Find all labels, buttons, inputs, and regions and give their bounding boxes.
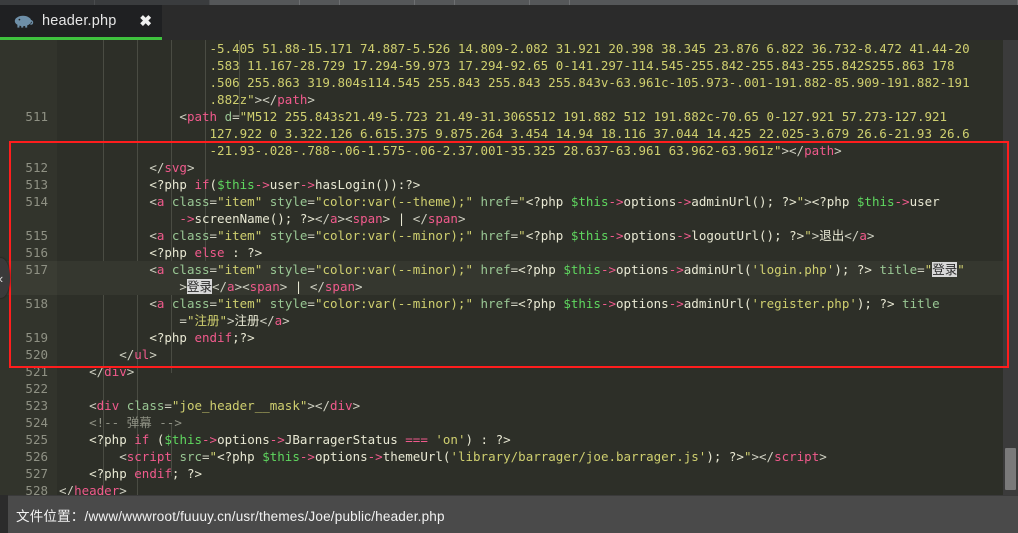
line-number [0, 142, 57, 159]
line-number: 521 [0, 363, 57, 380]
code-line[interactable]: -5.405 51.88-15.171 74.887-5.526 14.809-… [0, 40, 1003, 57]
line-number: 522 [0, 380, 57, 397]
code-line[interactable]: 525 <?php if ($this->options->JBarragerS… [0, 431, 1003, 448]
line-number: 515 [0, 227, 57, 244]
line-number [0, 40, 57, 57]
line-number: 526 [0, 448, 57, 465]
line-number: 523 [0, 397, 57, 414]
status-bar: 文件位置：/www/wwwroot/fuuuy.cn/usr/themes/Jo… [0, 495, 1018, 533]
line-number: 514 [0, 193, 57, 210]
code-line[interactable]: 520 </ul> [0, 346, 1003, 363]
code-text: <?php else : ?> [149, 245, 263, 260]
code-text: .506 255.863 319.804s114.545 255.843 255… [209, 75, 970, 90]
code-line[interactable]: 516 <?php else : ?> [0, 244, 1003, 261]
code-text: <?php endif;?> [149, 330, 255, 345]
code-text: <div class="joe_header__mask"></div> [89, 398, 361, 413]
line-number: 520 [0, 346, 57, 363]
line-number: 511 [0, 108, 57, 125]
code-text: <a class="item" style="color:var(--minor… [149, 296, 940, 311]
code-line[interactable]: 518 <a class="item" style="color:var(--m… [0, 295, 1003, 312]
code-text: .882z"></path> [209, 92, 315, 107]
line-number [0, 74, 57, 91]
code-text: <!-- 弹幕 --> [89, 415, 182, 430]
code-line[interactable]: 523 <div class="joe_header__mask"></div> [0, 397, 1003, 414]
code-line[interactable]: 514 <a class="item" style="color:var(--t… [0, 193, 1003, 210]
code-line[interactable]: .583 11.167-28.729 17.294-59.973 17.294-… [0, 57, 1003, 74]
code-lines[interactable]: -5.405 51.88-15.171 74.887-5.526 14.809-… [0, 40, 1003, 495]
code-line[interactable]: 515 <a class="item" style="color:var(--m… [0, 227, 1003, 244]
code-text: ="注册">注册</a> [179, 313, 290, 328]
line-number [0, 57, 57, 74]
line-number [0, 312, 57, 329]
line-number: 513 [0, 176, 57, 193]
tab-header-php[interactable]: header.php ✖ [0, 5, 162, 40]
code-line[interactable]: 528 </header> [0, 482, 1003, 495]
status-bar-left-edge [0, 495, 8, 533]
code-line[interactable]: 519 <?php endif;?> [0, 329, 1003, 346]
line-number [0, 125, 57, 142]
code-line[interactable]: ->screenName(); ?></a><span> | </span> [0, 210, 1003, 227]
code-editor[interactable]: -5.405 51.88-15.171 74.887-5.526 14.809-… [0, 40, 1018, 495]
code-line[interactable]: 524 <!-- 弹幕 --> [0, 414, 1003, 431]
line-number: 519 [0, 329, 57, 346]
code-text: </div> [89, 364, 135, 379]
line-number: 527 [0, 465, 57, 482]
code-line[interactable]: 511 <path d="M512 255.843s21.49-5.723 21… [0, 108, 1003, 125]
php-elephant-icon [14, 14, 34, 28]
line-number: 525 [0, 431, 57, 448]
code-line[interactable]: 521 </div> [0, 363, 1003, 380]
code-text: >登录</a><span> | </span> [57, 278, 1003, 295]
code-line[interactable]: 513 <?php if($this->user->hasLogin()):?> [0, 176, 1003, 193]
code-text: <script src="<?php $this->options->theme… [119, 449, 827, 464]
line-number: 528 [0, 482, 57, 495]
code-line[interactable]: >登录</a><span> | </span> [0, 278, 1003, 295]
code-text: -5.405 51.88-15.171 74.887-5.526 14.809-… [209, 41, 970, 56]
code-text: <path d="M512 255.843s21.49-5.723 21.49-… [179, 109, 948, 124]
code-line[interactable]: ="注册">注册</a> [0, 312, 1003, 329]
code-text: <a class="item" style="color:var(--minor… [57, 261, 1003, 278]
line-number [0, 91, 57, 108]
code-text: </ul> [119, 347, 157, 362]
code-text: <a class="item" style="color:var(--theme… [149, 194, 940, 209]
code-text: 127.922 0 3.322.126 6.615.375 9.875.264 … [209, 126, 970, 141]
vertical-scrollbar[interactable] [1003, 40, 1018, 495]
tab-bar: header.php ✖ [0, 5, 1018, 40]
code-text: </svg> [149, 160, 195, 175]
line-number [0, 210, 57, 227]
line-number: 524 [0, 414, 57, 431]
code-line[interactable]: 522 [0, 380, 1003, 397]
code-text: <?php if ($this->options->JBarragerStatu… [89, 432, 511, 447]
code-line[interactable]: 526 <script src="<?php $this->options->t… [0, 448, 1003, 465]
code-line[interactable]: -21.93-.028-.788-.06-1.575-.06-2.37.001-… [0, 142, 1003, 159]
line-number: 518 [0, 295, 57, 312]
line-number: 512 [0, 159, 57, 176]
code-text: .583 11.167-28.729 17.294-59.973 17.294-… [209, 58, 955, 73]
code-line[interactable]: 527 <?php endif; ?> [0, 465, 1003, 482]
code-text: -21.93-.028-.788-.06-1.575-.06-2.37.001-… [209, 143, 842, 158]
code-text: <a class="item" style="color:var(--minor… [149, 228, 875, 243]
editor-window: header.php ✖ -5.405 51.88-15.171 74.887-… [0, 0, 1018, 533]
code-text: <?php if($this->user->hasLogin()):?> [149, 177, 421, 192]
code-line[interactable]: 517 <a class="item" style="color:var(--m… [0, 261, 1003, 278]
code-text: ->screenName(); ?></a><span> | </span> [179, 211, 466, 226]
file-path-label: 文件位置：/www/wwwroot/fuuuy.cn/usr/themes/Jo… [16, 508, 445, 524]
code-line[interactable]: 127.922 0 3.322.126 6.615.375 9.875.264 … [0, 125, 1003, 142]
code-line[interactable]: .882z"></path> [0, 91, 1003, 108]
code-line[interactable]: .506 255.863 319.804s114.545 255.843 255… [0, 74, 1003, 91]
tab-label: header.php [42, 13, 117, 29]
code-text: </header> [59, 483, 127, 495]
line-number: 516 [0, 244, 57, 261]
close-icon[interactable]: ✖ [139, 14, 152, 29]
vertical-scrollbar-thumb[interactable] [1005, 448, 1016, 490]
code-text: <?php endif; ?> [89, 466, 203, 481]
code-line[interactable]: 512 </svg> [0, 159, 1003, 176]
